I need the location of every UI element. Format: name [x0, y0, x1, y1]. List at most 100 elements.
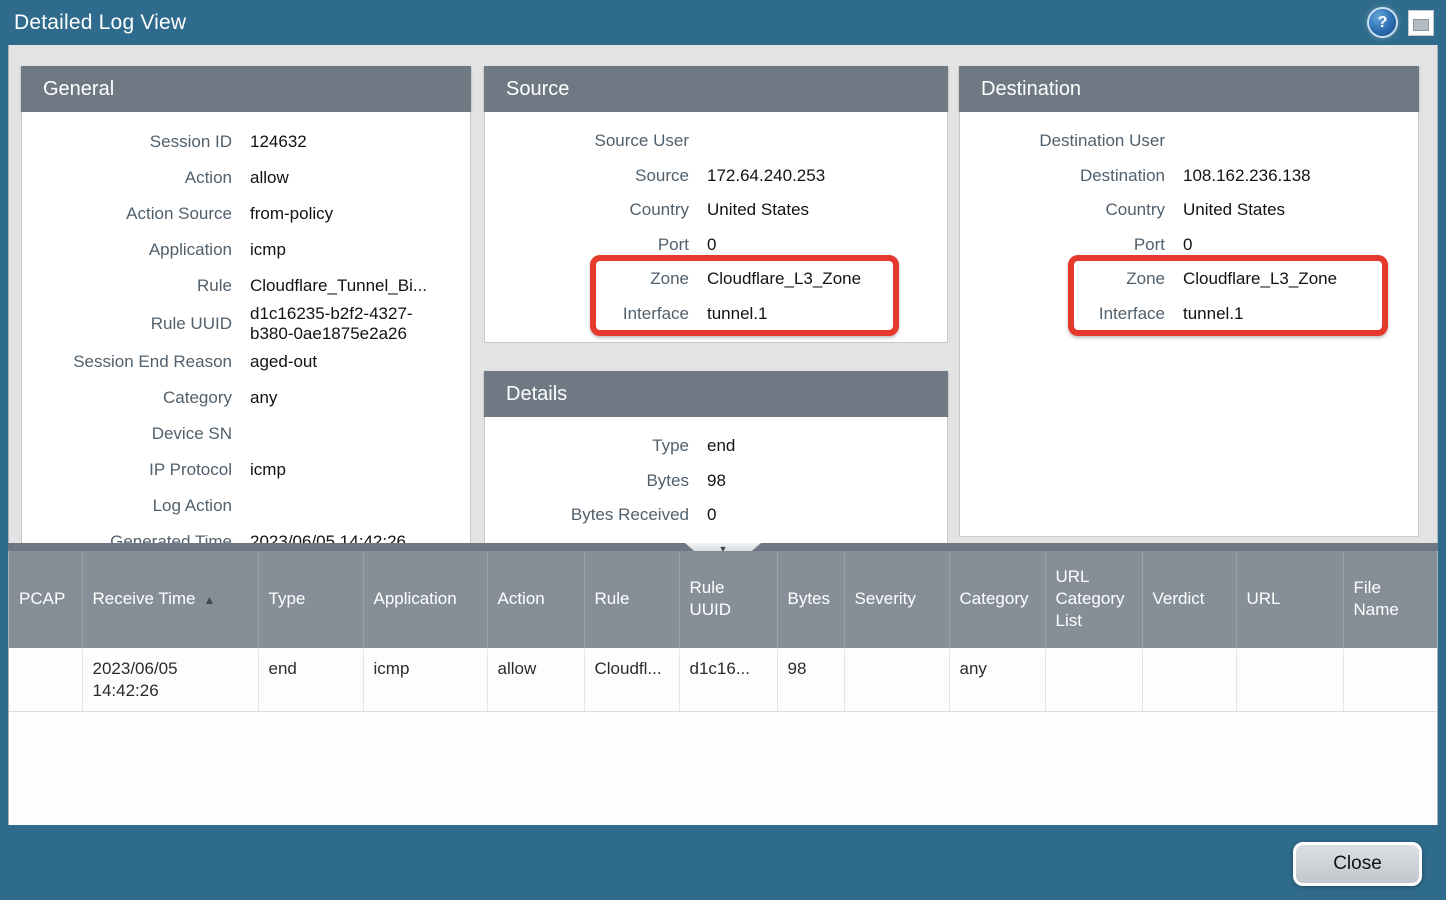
cell-rule: Cloudfl...: [584, 648, 679, 711]
column-label: Rule: [595, 589, 630, 608]
field-value: tunnel.1: [1183, 304, 1414, 324]
column-label: File Name: [1354, 578, 1399, 619]
field-row-application: Application icmp: [22, 232, 466, 268]
help-icon[interactable]: ?: [1369, 9, 1396, 36]
field-label: Country: [485, 200, 689, 220]
field-label: Source: [485, 166, 689, 186]
close-button[interactable]: Close: [1293, 842, 1422, 886]
cell-category: any: [949, 648, 1045, 711]
field-label: Action: [22, 168, 232, 188]
field-label: Action Source: [22, 204, 232, 224]
field-row-rule: Rule Cloudflare_Tunnel_Bi...: [22, 268, 466, 304]
column-header-rule-uuid[interactable]: Rule UUID: [679, 551, 777, 648]
field-label: Type: [485, 436, 689, 456]
field-label: Category: [22, 388, 232, 408]
field-row-source: Source 172.64.240.253: [485, 159, 943, 194]
field-label: Interface: [485, 304, 689, 324]
field-row-bytes: Bytes 98: [485, 464, 943, 499]
cell-pcap: [9, 648, 82, 711]
dialog-footer: Close: [0, 825, 1446, 900]
column-header-pcap[interactable]: PCAP: [9, 551, 82, 648]
column-label: Receive Time: [93, 589, 196, 608]
column-header-action[interactable]: Action: [487, 551, 584, 648]
column-label: Application: [374, 589, 457, 608]
field-row-generated-time: Generated Time 2023/06/05 14:42:26: [22, 524, 466, 543]
column-header-url-category-list[interactable]: URL Category List: [1045, 551, 1142, 648]
field-value: 2023/06/05 14:42:26: [250, 532, 466, 543]
field-value: 0: [707, 235, 943, 255]
details-panel-body: Type end Bytes 98 Bytes Received 0: [484, 417, 948, 543]
cell-url: [1236, 648, 1343, 711]
details-panel-header: Details: [484, 371, 948, 417]
column-header-type[interactable]: Type: [258, 551, 363, 648]
field-value: end: [707, 436, 943, 456]
field-row-source-user: Source User: [485, 124, 943, 159]
field-label: Bytes Received: [485, 505, 689, 525]
field-value: aged-out: [250, 352, 466, 372]
field-label: Source User: [485, 131, 689, 151]
field-row-type: Type end: [485, 429, 943, 464]
column-header-file-name[interactable]: File Name: [1343, 551, 1437, 648]
column-label: Category: [960, 589, 1029, 608]
panel-splitter[interactable]: ▼: [8, 543, 1438, 551]
log-detail-panels-area: General Session ID 124632 Action allow A…: [8, 45, 1438, 543]
field-value: d1c16235-b2f2-4327-b380-0ae1875e2a26: [250, 304, 440, 344]
cell-bytes: 98: [777, 648, 844, 711]
column-header-application[interactable]: Application: [363, 551, 487, 648]
column-header-rule[interactable]: Rule: [584, 551, 679, 648]
field-row-action-source: Action Source from-policy: [22, 196, 466, 232]
column-label: Action: [498, 589, 545, 608]
field-label: IP Protocol: [22, 460, 232, 480]
field-value: any: [250, 388, 466, 408]
column-label: Verdict: [1153, 589, 1205, 608]
field-row-action: Action allow: [22, 160, 466, 196]
field-value: 0: [1183, 235, 1414, 255]
cell-action: allow: [487, 648, 584, 711]
field-row-destination-country: Country United States: [960, 193, 1414, 228]
field-value: icmp: [250, 460, 466, 480]
field-value: Cloudflare_L3_Zone: [1183, 269, 1414, 289]
source-panel-body: Source User Source 172.64.240.253 Countr…: [484, 112, 948, 343]
restore-window-icon[interactable]: [1408, 10, 1434, 36]
field-row-destination-zone: Zone Cloudflare_L3_Zone: [960, 262, 1414, 297]
column-header-severity[interactable]: Severity: [844, 551, 949, 648]
field-row-destination-interface: Interface tunnel.1: [960, 297, 1414, 332]
column-header-category[interactable]: Category: [949, 551, 1045, 648]
field-row-log-action: Log Action: [22, 488, 466, 524]
field-value: Cloudflare_L3_Zone: [707, 269, 943, 289]
field-label: Session End Reason: [22, 352, 232, 372]
field-value: United States: [707, 200, 943, 220]
log-table-area: PCAP Receive Time ▲ Type Application Acti…: [8, 551, 1438, 825]
destination-panel: Destination Destination User Destination…: [959, 66, 1419, 112]
column-header-verdict[interactable]: Verdict: [1142, 551, 1236, 648]
field-row-destination-port: Port 0: [960, 228, 1414, 263]
log-table-row[interactable]: 2023/06/05 14:42:26 end icmp allow Cloud…: [9, 648, 1437, 711]
field-row-source-zone: Zone Cloudflare_L3_Zone: [485, 262, 943, 297]
field-value: tunnel.1: [707, 304, 943, 324]
field-value: 124632: [250, 132, 466, 152]
restore-window-icon-inner: [1413, 19, 1429, 31]
field-row-destination: Destination 108.162.236.138: [960, 159, 1414, 194]
field-label: Destination User: [960, 131, 1165, 151]
field-value: allow: [250, 168, 466, 188]
column-header-receive-time[interactable]: Receive Time ▲: [82, 551, 258, 648]
field-value: 108.162.236.138: [1183, 166, 1414, 186]
field-row-rule-uuid: Rule UUID d1c16235-b2f2-4327-b380-0ae187…: [22, 304, 466, 344]
cell-severity: [844, 648, 949, 711]
field-label: Device SN: [22, 424, 232, 444]
column-label: Bytes: [788, 589, 831, 608]
field-row-source-interface: Interface tunnel.1: [485, 297, 943, 332]
cell-rule-uuid: d1c16...: [679, 648, 777, 711]
cell-verdict: [1142, 648, 1236, 711]
field-row-bytes-received: Bytes Received 0: [485, 498, 943, 533]
field-row-session-id: Session ID 124632: [22, 124, 466, 160]
field-row-device-sn: Device SN: [22, 416, 466, 452]
field-label: Application: [22, 240, 232, 260]
cell-file-name: [1343, 648, 1437, 711]
field-value: icmp: [250, 240, 466, 260]
column-header-bytes[interactable]: Bytes: [777, 551, 844, 648]
field-label: Log Action: [22, 496, 232, 516]
field-label: Port: [485, 235, 689, 255]
column-header-url[interactable]: URL: [1236, 551, 1343, 648]
sort-ascending-icon: ▲: [203, 593, 215, 607]
